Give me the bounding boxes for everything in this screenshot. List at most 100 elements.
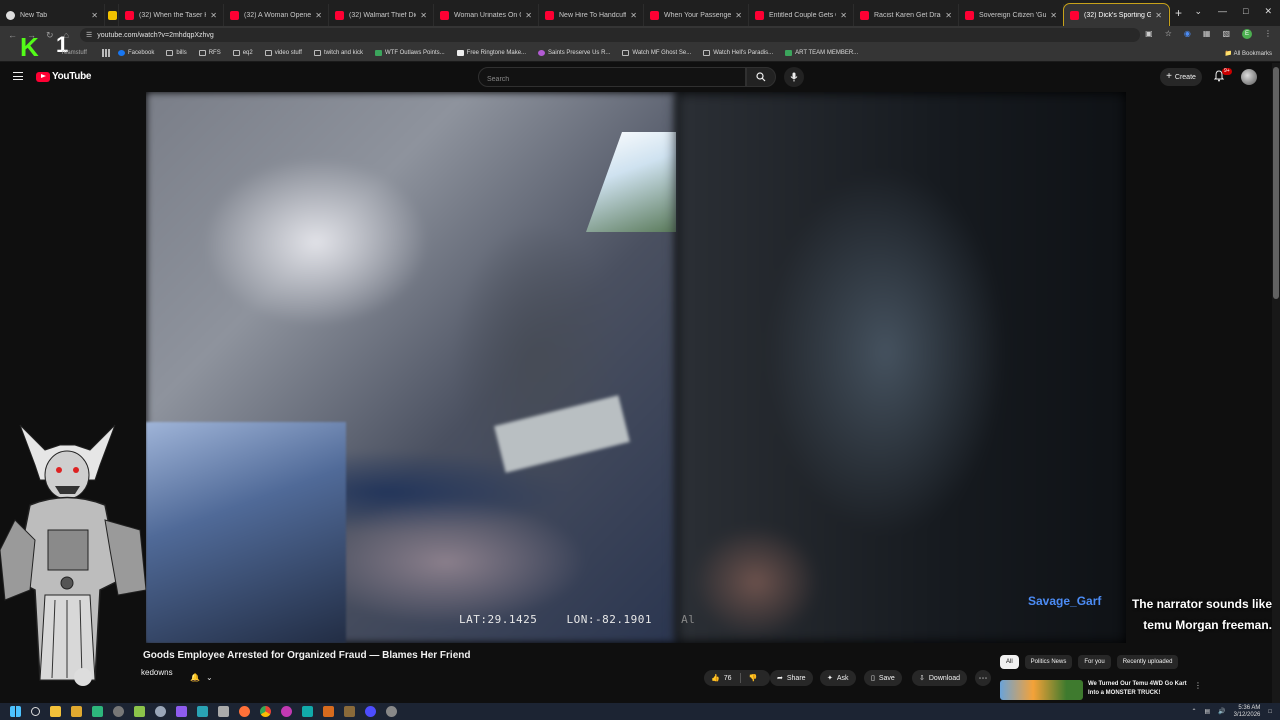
tab-close-icon[interactable]: ✕	[735, 11, 742, 20]
filter-chip[interactable]: Politics News	[1024, 655, 1073, 669]
browser-tab[interactable]: Racist Karen Get Dragge ✕	[854, 4, 959, 26]
close-window-button[interactable]: ✕	[1264, 6, 1272, 17]
search-input[interactable]	[487, 70, 727, 89]
recommendation-more-icon[interactable]: ⋮	[1194, 681, 1202, 690]
share-button[interactable]: ➦ Share	[770, 670, 813, 686]
dislike-button[interactable]: 👎	[749, 674, 758, 682]
app-icon-green[interactable]	[92, 706, 103, 717]
filter-chip[interactable]: Recently uploaded	[1116, 655, 1179, 669]
chevron-up-icon[interactable]: ⌃	[1191, 708, 1196, 715]
account-avatar[interactable]	[1241, 69, 1257, 85]
steam-icon[interactable]	[155, 706, 166, 717]
app-icon-silver[interactable]	[218, 706, 229, 717]
tab-close-icon[interactable]: ✕	[315, 11, 322, 20]
maximize-button[interactable]: □	[1243, 6, 1248, 17]
bookmark-item[interactable]: Free Ringtone Make...	[456, 49, 526, 56]
omnibox[interactable]: ☰ youtube.com/watch?v=2mhdqpXzhvg	[80, 28, 1140, 42]
tab-close-icon[interactable]: ✕	[420, 11, 427, 20]
bookmark-item[interactable]: Facebook	[118, 49, 154, 56]
tab-close-icon[interactable]: ✕	[525, 11, 532, 20]
browser-tab[interactable]: Sovereign Citizen 'Guru' \✕	[959, 4, 1064, 26]
chrome-icon[interactable]	[260, 706, 271, 717]
browser-tab[interactable]	[105, 4, 119, 26]
search-button[interactable]	[746, 67, 776, 87]
bookmark-item[interactable]: video stuff	[264, 49, 302, 56]
windows-start-icon[interactable]	[10, 706, 21, 717]
app-icon-brown[interactable]	[344, 706, 355, 717]
clock[interactable]: 5:36 AM 3/12/2026	[1234, 705, 1261, 718]
scrollbar-thumb[interactable]	[1273, 67, 1279, 299]
channel-avatar[interactable]	[74, 668, 92, 686]
filter-chip[interactable]: All	[1000, 655, 1019, 669]
hamburger-menu-icon[interactable]	[13, 72, 23, 80]
profile-avatar[interactable]: E	[1242, 29, 1252, 39]
reload-icon[interactable]: ↻	[46, 30, 54, 41]
folder-icon[interactable]	[71, 706, 82, 717]
bookmark-star-icon[interactable]: ☆	[1165, 29, 1172, 39]
browser-tab[interactable]: (32) A Woman Opened A✕	[224, 4, 329, 26]
bookmark-item[interactable]: twitch and kick	[313, 49, 363, 56]
install-app-icon[interactable]: ▣	[1145, 29, 1153, 39]
browser-tab[interactable]: (32) When the Taser Hits ✕	[119, 4, 224, 26]
like-button[interactable]: 👍 76	[711, 674, 732, 683]
browser-tab[interactable]: Entitled Couple Gets Out ✕	[749, 4, 854, 26]
network-icon[interactable]: ▤	[1205, 708, 1211, 715]
tab-close-icon[interactable]: ✕	[210, 11, 217, 20]
bookmark-item[interactable]: Watch Hell's Paradis...	[703, 49, 773, 56]
tab-close-icon[interactable]: ✕	[630, 11, 637, 20]
file-explorer-icon[interactable]	[50, 706, 61, 717]
subscription-bell-button[interactable]: 🔔 ⌄	[190, 670, 222, 684]
bookmark-item[interactable]: WTF Outlaws Points...	[374, 49, 445, 56]
app-icon-magenta[interactable]	[281, 706, 292, 717]
minimize-button[interactable]: —	[1218, 6, 1227, 17]
tab-close-icon[interactable]: ✕	[1050, 11, 1057, 20]
firefox-icon[interactable]	[239, 706, 250, 717]
youtube-logo[interactable]: YouTube	[36, 71, 92, 82]
bookmark-item[interactable]: Watch MF Ghost Se...	[622, 49, 691, 56]
app-icon-cyan[interactable]	[302, 706, 313, 717]
browser-tab[interactable]: Woman Urinates On Offic ✕	[434, 4, 539, 26]
tab-close-icon[interactable]: ✕	[840, 11, 847, 20]
tab-close-icon[interactable]: ✕	[91, 11, 98, 20]
create-button[interactable]: + Create	[1160, 68, 1202, 86]
save-button[interactable]: ▯ Save	[864, 670, 902, 686]
voice-search-button[interactable]	[784, 67, 804, 87]
bookmark-item[interactable]: eq2	[232, 49, 253, 56]
tab-close-icon[interactable]: ✕	[945, 11, 952, 20]
obs-icon[interactable]	[365, 706, 376, 717]
tab-close-icon[interactable]: ✕	[1155, 11, 1162, 20]
bookmark-item[interactable]: bills	[166, 49, 187, 56]
site-info-icon[interactable]: ☰	[86, 31, 92, 39]
browser-tab[interactable]: New Hire To Handcuffs Th ✕	[539, 4, 644, 26]
search-box[interactable]	[478, 67, 746, 89]
tab-search-icon[interactable]: ⌄	[1194, 6, 1202, 17]
channel-name[interactable]: kedowns	[141, 668, 173, 677]
apps-grid-icon[interactable]	[102, 49, 110, 57]
browser-tab[interactable]: (32) Dick's Sporting G ✕	[1063, 3, 1170, 27]
notification-center-icon[interactable]: □	[1268, 709, 1272, 715]
url-text[interactable]: youtube.com/watch?v=2mhdqpXzhvg	[97, 32, 214, 39]
ask-button[interactable]: ✦ Ask	[820, 670, 856, 686]
browser-tab[interactable]: (32) Walmart Thief Didn't ✕	[329, 4, 434, 26]
extension-icon[interactable]: ◉	[1184, 29, 1191, 39]
page-scrollbar[interactable]	[1272, 63, 1280, 703]
browser-tab[interactable]: When Your Passenger Ge✕	[644, 4, 749, 26]
app-icon-lime[interactable]	[134, 706, 145, 717]
recommendation-thumbnail[interactable]	[1000, 680, 1083, 700]
more-actions-button[interactable]: ⋯	[975, 670, 991, 686]
bookmark-item[interactable]: RFS	[198, 49, 221, 56]
volume-icon[interactable]: 🔊	[1218, 708, 1225, 715]
chrome-menu-icon[interactable]: ⋮	[1264, 29, 1272, 39]
filter-chip[interactable]: For you	[1078, 655, 1111, 669]
new-tab-button[interactable]: +	[1175, 6, 1182, 20]
recommendation-title[interactable]: We Turned Our Temu 4WD Go Kart Into a MO…	[1088, 680, 1188, 698]
search-icon[interactable]	[31, 707, 40, 716]
extensions-puzzle-icon[interactable]: ▦	[1203, 29, 1211, 39]
all-bookmarks-button[interactable]: 📁 All Bookmarks	[1225, 50, 1272, 57]
browser-tab[interactable]: New Tab ✕	[0, 4, 105, 26]
back-arrow-icon[interactable]: ←	[8, 30, 17, 41]
app-icon-orange[interactable]	[323, 706, 334, 717]
bookmark-item[interactable]: Saints Preserve Us R...	[538, 49, 610, 56]
settings-gear-icon[interactable]	[386, 706, 397, 717]
app-icon-teal[interactable]	[197, 706, 208, 717]
